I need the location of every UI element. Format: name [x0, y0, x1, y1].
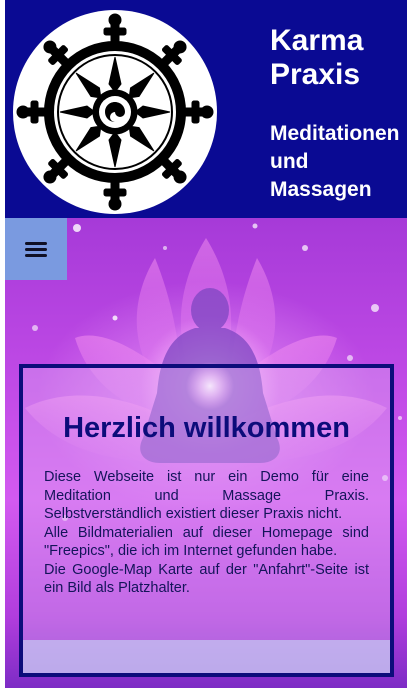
site-title-line: Praxis [270, 58, 361, 91]
site-title: Karma Praxis [270, 24, 407, 92]
hero-section: Herzlich willkommen Diese Webseite ist n… [5, 218, 407, 688]
site-subtitle: Meditationen und Massagen [270, 120, 400, 204]
logo[interactable] [13, 10, 217, 214]
site-title-line: Karma [270, 24, 364, 57]
site-subtitle-line: Meditationen [270, 122, 400, 145]
welcome-paragraph: Alle Bildmaterialien auf dieser Homepage… [44, 524, 369, 560]
welcome-text: Diese Webseite ist nur ein Demo für eine… [44, 468, 369, 598]
hamburger-menu-icon [25, 239, 47, 260]
site-subtitle-line: und [270, 150, 309, 173]
welcome-paragraph: Die Google-Map Karte auf der "Anfahrt"-S… [44, 561, 369, 597]
site-header: Karma Praxis Meditationen und Massagen [5, 0, 407, 218]
welcome-paragraph: Diese Webseite ist nur ein Demo für eine… [44, 469, 369, 522]
site-subtitle-line: Massagen [270, 178, 372, 201]
menu-button[interactable] [5, 218, 67, 280]
welcome-heading: Herzlich willkommen [63, 412, 350, 444]
dharma-wheel-icon [16, 13, 214, 211]
welcome-card: Herzlich willkommen Diese Webseite ist n… [19, 364, 394, 677]
